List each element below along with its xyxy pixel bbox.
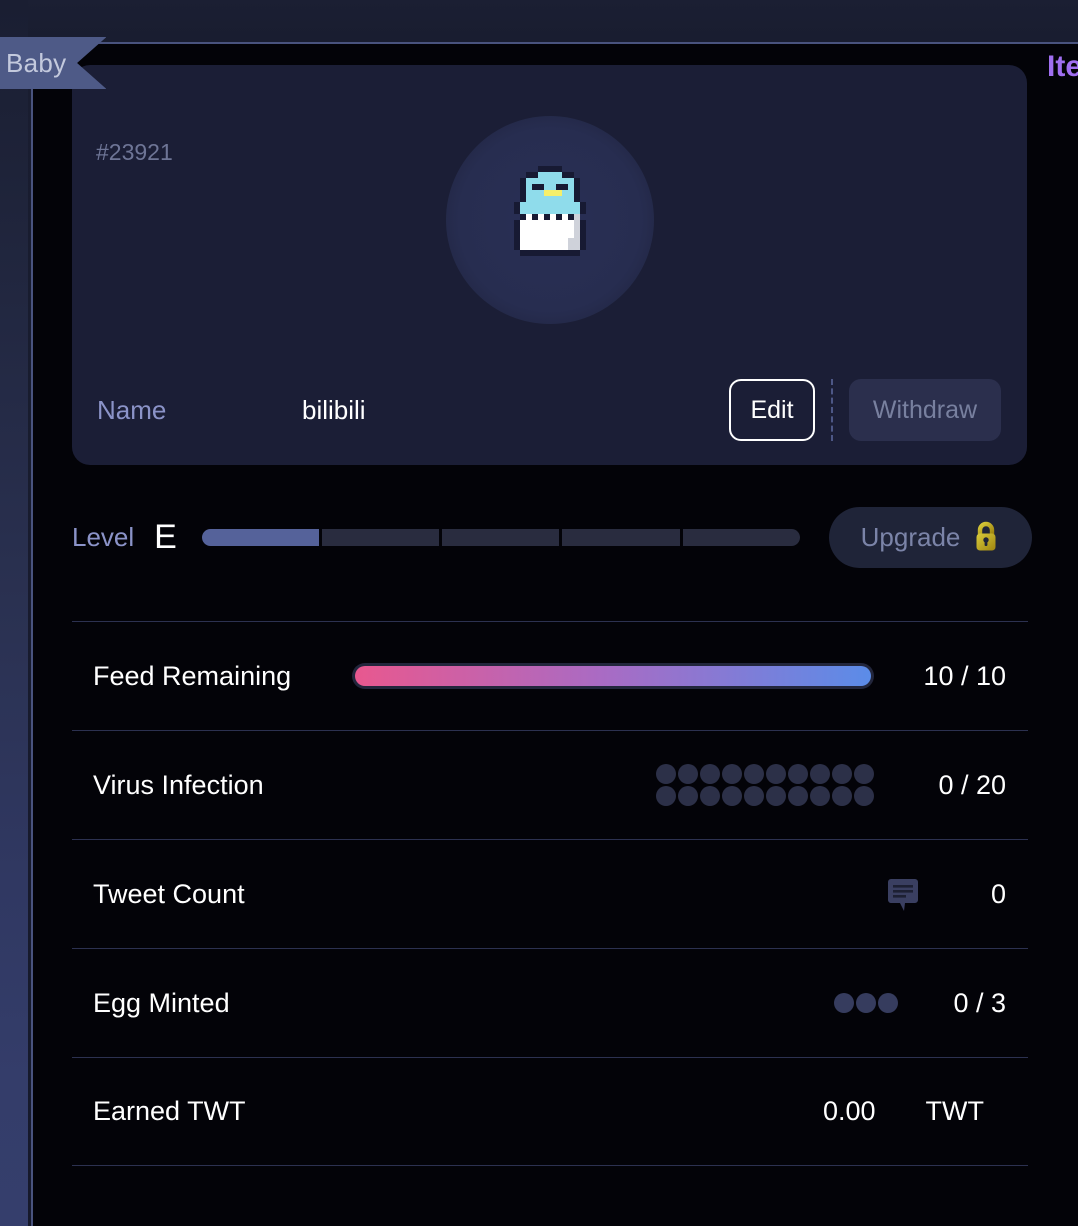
stat-label-egg: Egg Minted	[93, 987, 230, 1018]
stat-value-feed: 10 / 10	[923, 660, 1006, 691]
earned-unit: TWT	[925, 1096, 984, 1126]
virus-dot	[832, 764, 852, 784]
virus-dot	[854, 786, 874, 806]
button-divider	[831, 379, 833, 441]
level-segment	[201, 528, 320, 546]
level-segment	[682, 528, 800, 546]
level-row: Level E Upgrade	[72, 503, 1032, 571]
level-label: Level	[72, 521, 135, 552]
stat-value-egg: 0 / 3	[953, 987, 1006, 1018]
stat-value-tweet: 0	[990, 878, 1006, 909]
level-segment	[562, 528, 680, 546]
pet-detail-card: #23921 Name bilibili Edit Withdraw Level…	[31, 42, 1078, 1226]
virus-dot	[744, 764, 764, 784]
virus-dot	[854, 764, 874, 784]
tweet-indicator	[245, 873, 946, 915]
egg-dot	[834, 993, 854, 1013]
level-progress-track	[201, 528, 800, 546]
withdraw-button[interactable]: Withdraw	[849, 379, 1001, 441]
virus-dot	[722, 786, 742, 806]
virus-dot	[722, 764, 742, 784]
virus-dot	[832, 786, 852, 806]
virus-dot	[810, 786, 830, 806]
virus-indicator	[264, 764, 896, 806]
egg-dot	[856, 993, 876, 1013]
stat-label-earned: Earned TWT	[93, 1096, 246, 1126]
nav-link-items[interactable]: Ite	[1047, 50, 1078, 84]
level-segment	[322, 528, 440, 546]
stats-table: Feed Remaining 10 / 10 Virus Infection 0…	[72, 621, 1028, 1166]
speech-bubble-icon	[888, 879, 918, 911]
token-id: #23921	[96, 139, 173, 165]
virus-dot	[744, 786, 764, 806]
virus-dot	[788, 764, 808, 784]
stat-label-tweet: Tweet Count	[93, 878, 245, 909]
earned-indicator: 0.00 TWT	[246, 1096, 1006, 1127]
table-row: Tweet Count 0	[72, 839, 1028, 948]
edit-button[interactable]: Edit	[729, 379, 815, 441]
level-segment	[442, 528, 560, 546]
name-label: Name	[97, 394, 167, 425]
earned-amount: 0.00	[822, 1096, 876, 1126]
virus-dot	[678, 764, 698, 784]
stat-label-virus: Virus Infection	[93, 769, 264, 800]
pixel-bird-hatching-egg-icon	[513, 166, 586, 256]
stat-value-virus: 0 / 20	[938, 769, 1006, 800]
egg-indicator	[230, 993, 920, 1013]
virus-dot	[766, 764, 786, 784]
avatar-panel: #23921 Name bilibili Edit Withdraw	[72, 65, 1027, 465]
app-background: #23921 Name bilibili Edit Withdraw Level…	[0, 0, 1078, 1226]
avatar[interactable]	[445, 116, 654, 324]
stat-label-feed: Feed Remaining	[93, 660, 292, 691]
upgrade-button[interactable]: Upgrade	[829, 506, 1032, 568]
virus-dot	[810, 764, 830, 784]
virus-dot	[656, 764, 676, 784]
egg-dot-row	[834, 993, 898, 1013]
virus-dot	[678, 786, 698, 806]
table-row: Egg Minted 0 / 3	[72, 948, 1028, 1057]
virus-dot-grid	[656, 764, 874, 806]
virus-dot	[766, 786, 786, 806]
padlock-icon	[976, 521, 996, 551]
table-row: Earned TWT 0.00 TWT	[72, 1057, 1028, 1166]
virus-dot	[700, 764, 720, 784]
table-row: Virus Infection 0 / 20	[72, 730, 1028, 839]
egg-dot	[878, 993, 898, 1013]
feed-progress-track	[352, 663, 874, 689]
virus-dot	[700, 786, 720, 806]
left-accent-strip	[0, 0, 28, 1226]
level-value: E	[154, 517, 177, 556]
table-row: Feed Remaining 10 / 10	[72, 621, 1028, 730]
pet-name-value: bilibili	[302, 394, 366, 425]
feed-progress-fill	[355, 666, 871, 686]
virus-dot	[656, 786, 676, 806]
feed-indicator	[291, 663, 896, 689]
upgrade-button-label: Upgrade	[860, 521, 961, 552]
name-row: Name bilibili Edit Withdraw	[72, 365, 1027, 455]
virus-dot	[788, 786, 808, 806]
